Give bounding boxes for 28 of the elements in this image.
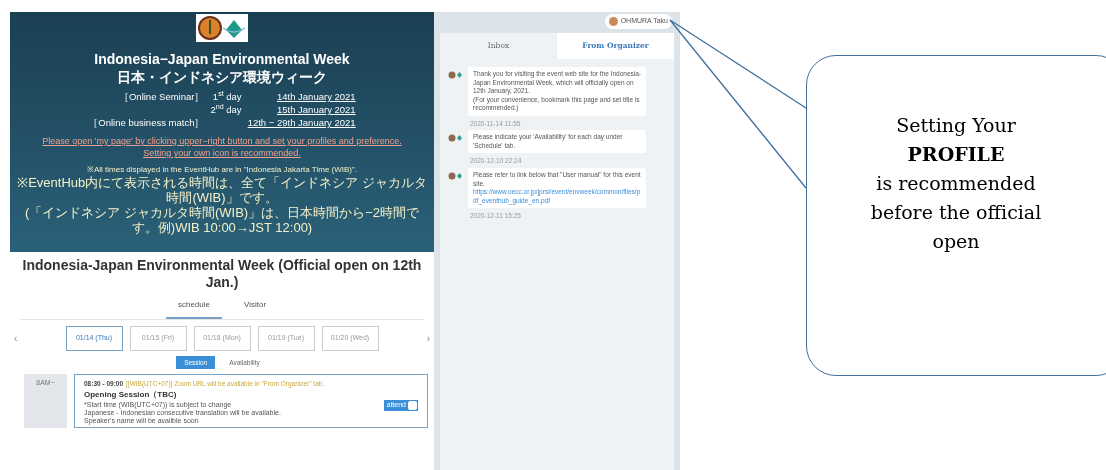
- user-avatar-icon: [608, 17, 618, 26]
- callout-text: PROFILE: [907, 143, 1005, 167]
- event-title: Indonesia−Japan Environmental Week: [94, 50, 350, 68]
- event-date: 12th − 29th January 2021: [247, 117, 356, 128]
- callout-text: is recommended: [876, 172, 1036, 196]
- session-title: Opening Session（TBC): [84, 389, 178, 401]
- callout-text: open: [932, 230, 980, 254]
- date-label: ［Online Seminar］: [118, 91, 205, 102]
- organizer-avatar-icon: [448, 71, 462, 79]
- organizer-avatar-icon: [448, 134, 462, 143]
- day-label: 2$^{nd}$ day: [210, 104, 242, 115]
- callout-text: Setting Your: [896, 114, 1016, 138]
- logo-icon: [196, 14, 248, 42]
- timezone-note: ※EventHub内にて表示される時間は、全て「インドネシア ジャカルタ時間(WIB)」です。: [16, 175, 428, 205]
- page-heading: Indonesia-Japan Environmental Week (Official open on 12th Jan.): [21, 257, 423, 291]
- day-label: 1$^{st}$ day: [212, 91, 242, 102]
- organizer-avatar-icon: [448, 172, 462, 180]
- date-label: ［Online business match］: [88, 117, 205, 128]
- profile-notice-link[interactable]: Setting your own icon is recommended.: [143, 147, 301, 159]
- callout-text: before the official: [870, 201, 1042, 225]
- profile-notice-link[interactable]: Please open 'my page' by clicking upper−right button and set your profiles and preference.: [42, 135, 402, 147]
- event-title-japanese: 日本・インドネシア環境ウィーク: [117, 68, 327, 86]
- tab[interactable]: Visitor: [231, 299, 279, 319]
- timezone-note: ※All times displayed in the EventHub are in "Indonesia Jakarta Time (WIB)".: [85, 164, 359, 175]
- timezone-note: (「インドネシア ジャカルタ時間(WIB)」は、日本時間から−2時間です。例)WIB 10:00→JST 12:00): [24, 205, 420, 235]
- event-date: 15th January 2021: [276, 104, 356, 115]
- tab[interactable]: schedule: [165, 299, 222, 319]
- event-date: 14th January 2021: [276, 91, 356, 102]
